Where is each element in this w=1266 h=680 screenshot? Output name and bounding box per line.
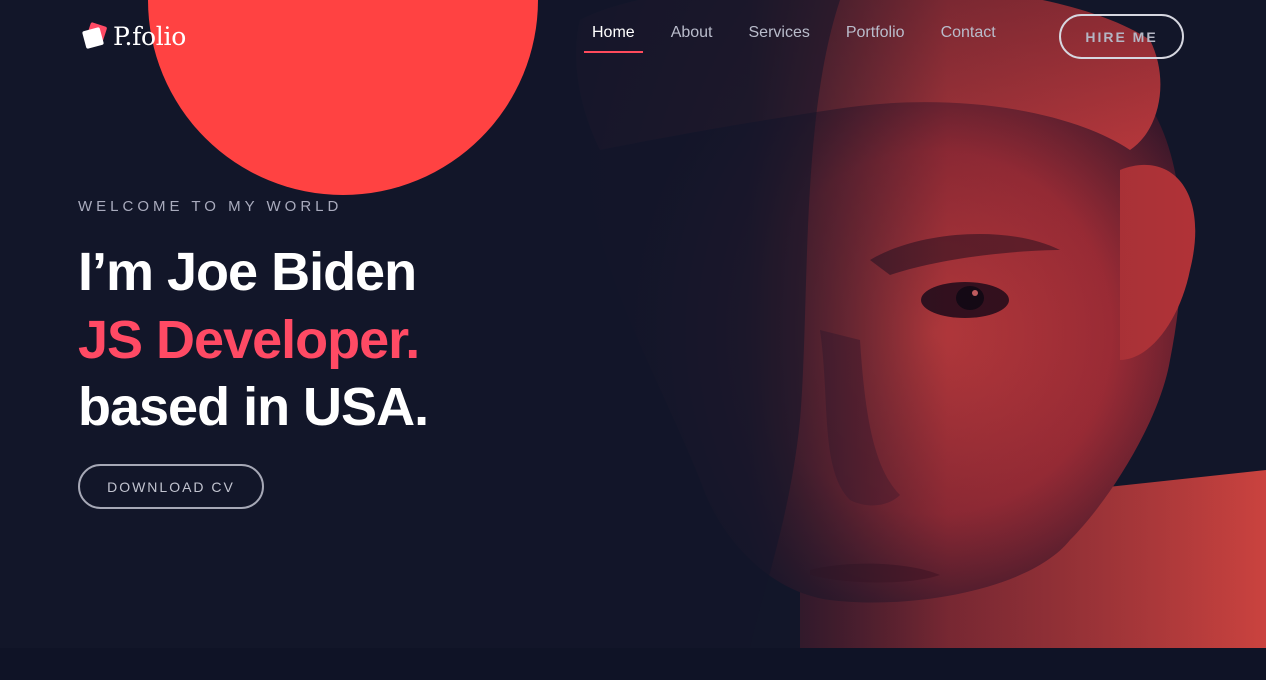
hero-role-heading: JS Developer. <box>78 310 420 370</box>
hero-name-heading: I’m Joe Biden <box>78 242 417 302</box>
section-divider <box>0 648 1266 680</box>
hero-portrait-image <box>470 0 1266 648</box>
logo-squares-icon <box>82 22 107 49</box>
hero-eyebrow: WELCOME TO MY WORLD <box>78 198 343 215</box>
nav-contact[interactable]: Contact <box>941 22 996 44</box>
hire-me-button[interactable]: HIRE ME <box>1059 14 1184 59</box>
main-nav: Home About Services Portfolio Contact <box>584 22 1032 53</box>
nav-home[interactable]: Home <box>584 22 643 53</box>
nav-about[interactable]: About <box>671 22 713 44</box>
brand-logo[interactable]: P.folio <box>82 20 186 52</box>
hero-location-heading: based in USA. <box>78 377 429 437</box>
nav-portfolio[interactable]: Portfolio <box>846 22 905 44</box>
hero-section: P.folio Home About Services Portfolio Co… <box>0 0 1266 680</box>
brand-name: P.folio <box>113 21 186 51</box>
nav-services[interactable]: Services <box>749 22 810 44</box>
download-cv-button[interactable]: DOWNLOAD CV <box>78 464 264 509</box>
